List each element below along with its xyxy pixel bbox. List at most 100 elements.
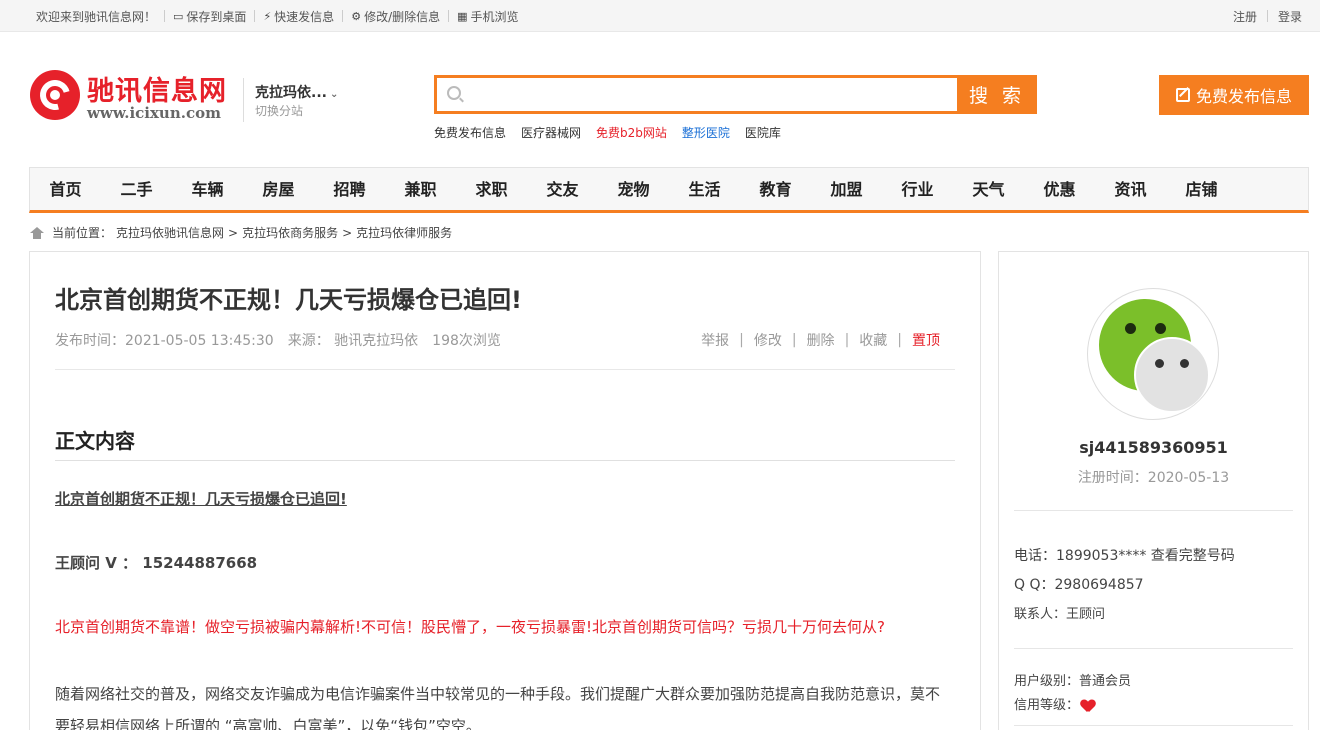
site-logo[interactable]: 驰讯信息网 www.icixun.com — [30, 70, 235, 126]
report-link[interactable]: 举报 — [701, 330, 729, 350]
hot-link[interactable]: 免费b2b网站 — [596, 124, 667, 141]
nav-item[interactable]: 生活 — [669, 168, 740, 210]
hot-link[interactable]: 医院库 — [745, 124, 781, 141]
nav-item[interactable]: 宠物 — [598, 168, 669, 210]
nav-item[interactable]: 加盟 — [811, 168, 882, 210]
divider — [342, 10, 344, 22]
username: sj441589360951 — [1079, 438, 1228, 457]
heart-icon — [1081, 700, 1095, 712]
breadcrumb-sep: > — [342, 225, 353, 240]
credit-level-row: 信用等级： — [1014, 694, 1095, 713]
nav-item[interactable]: 店铺 — [1166, 168, 1237, 210]
divider — [55, 460, 955, 461]
article-title: 北京首创期货不正规！几天亏损爆仓已追回! — [55, 286, 522, 314]
contact-person: 联系人：王顾问 — [1014, 607, 1106, 622]
publish-button[interactable]: 免费发布信息 — [1159, 75, 1309, 115]
contact-line: 王顾问 V ： 15244887668 — [55, 554, 258, 572]
search-bar: 搜 索 — [434, 75, 1037, 114]
breadcrumb-sep: > — [228, 225, 239, 240]
save-desktop-link[interactable]: ▭ 保存到桌面 — [173, 8, 246, 25]
mobile-label: 手机浏览 — [470, 9, 519, 24]
publish-label: 免费发布信息 — [1195, 87, 1292, 106]
section-heading: 正文内容 — [55, 429, 135, 453]
article-link-title[interactable]: 北京首创期货不正规！几天亏损爆仓已追回! — [55, 488, 347, 509]
publish-time: 发布时间：2021-05-05 13:45:30 — [55, 333, 274, 349]
nav-item[interactable]: 车辆 — [172, 168, 243, 210]
nav-item[interactable]: 二手 — [101, 168, 172, 210]
breadcrumb-link[interactable]: 克拉玛依驰讯信息网 — [116, 224, 224, 241]
city-selector[interactable]: 克拉玛依... ⌄ — [255, 82, 338, 102]
article-source: 来源： 驰讯克拉玛依 — [287, 333, 419, 349]
nav-item[interactable]: 交友 — [527, 168, 598, 210]
register-link[interactable]: 注册 — [1233, 8, 1257, 25]
hot-link[interactable]: 医疗器械网 — [521, 124, 581, 141]
wechat-icon — [1087, 288, 1219, 420]
search-icon — [447, 86, 461, 100]
breadcrumb-link[interactable]: 克拉玛依商务服务 — [242, 224, 338, 241]
mobile-link[interactable]: ▦ 手机浏览 — [457, 8, 518, 25]
nav-item[interactable]: 招聘 — [314, 168, 385, 210]
view-count: 198次浏览 — [432, 333, 501, 349]
divider — [164, 10, 166, 22]
nav-item[interactable]: 求职 — [456, 168, 527, 210]
logo-name: 驰讯信息网 — [87, 76, 227, 107]
highlight-text: 北京首创期货不靠谱！做空亏损被骗内幕解析!不可信！股民懵了，一夜亏损暴雷!北京首… — [55, 618, 885, 636]
search-input[interactable] — [473, 78, 953, 111]
quick-post-link[interactable]: ⚡ 快速发信息 — [263, 8, 334, 25]
nav-item[interactable]: 兼职 — [385, 168, 456, 210]
credit-level-label: 信用等级： — [1014, 698, 1080, 713]
home-icon — [30, 226, 44, 239]
favorite-link[interactable]: 收藏 — [859, 330, 887, 350]
edit-link[interactable]: 修改 — [754, 330, 782, 350]
top-bar: 欢迎来到驰讯信息网！ ▭ 保存到桌面 ⚡ 快速发信息 ⚙ 修改/删除信息 ▦ 手机浏览 … — [0, 0, 1320, 32]
nav-item[interactable]: 行业 — [882, 168, 953, 210]
nav-item[interactable]: 房屋 — [243, 168, 314, 210]
search-button[interactable]: 搜 索 — [957, 75, 1037, 114]
divider: | — [791, 332, 797, 348]
nav-item[interactable]: 天气 — [953, 168, 1024, 210]
user-level: 用户级别：普通会员 — [1014, 674, 1132, 689]
switch-site-link[interactable]: 切换分站 — [255, 102, 303, 119]
lightning-icon: ⚡ — [263, 9, 272, 23]
divider — [55, 369, 955, 370]
top-bar-right: 注册 登录 — [1233, 0, 1302, 32]
edit-delete-link[interactable]: ⚙ 修改/删除信息 — [351, 8, 440, 25]
quick-post-label: 快速发信息 — [274, 9, 335, 24]
divider: | — [844, 332, 850, 348]
save-desktop-label: 保存到桌面 — [186, 9, 247, 24]
monitor-icon: ▭ — [173, 9, 184, 23]
user-sidebar: sj441589360951 注册时间：2020-05-13 电话：189905… — [998, 251, 1309, 730]
nav-item[interactable]: 首页 — [30, 168, 101, 210]
qq-info: Q Q：2980694857 — [1014, 577, 1144, 593]
divider — [243, 78, 244, 122]
nav-item[interactable]: 教育 — [740, 168, 811, 210]
main-nav: 首页 二手 车辆 房屋 招聘 兼职 求职 交友 宠物 生活 教育 加盟 行业 天… — [29, 167, 1309, 213]
nav-item[interactable]: 资讯 — [1095, 168, 1166, 210]
chevron-down-icon: ⌄ — [329, 89, 339, 100]
hot-link[interactable]: 整形医院 — [682, 124, 730, 141]
edit-icon — [1175, 88, 1190, 102]
phone-info[interactable]: 电话：1899053**** 查看完整号码 — [1014, 545, 1235, 565]
edit-delete-label: 修改/删除信息 — [364, 9, 441, 24]
breadcrumb-prefix: 当前位置： — [52, 226, 113, 240]
divider — [1014, 648, 1293, 649]
qrcode-icon: ▦ — [457, 9, 468, 23]
article-actions: 举报 | 修改 | 删除 | 收藏 | 置顶 — [701, 330, 940, 350]
hot-link[interactable]: 免费发布信息 — [434, 124, 506, 141]
breadcrumb-link[interactable]: 克拉玛依律师服务 — [356, 224, 452, 241]
delete-link[interactable]: 删除 — [807, 330, 835, 350]
article-meta: 发布时间：2021-05-05 13:45:30 来源： 驰讯克拉玛依 198次… — [55, 330, 501, 350]
divider — [1266, 10, 1268, 22]
divider — [448, 10, 450, 22]
top-bar-left: 欢迎来到驰讯信息网！ ▭ 保存到桌面 ⚡ 快速发信息 ⚙ 修改/删除信息 ▦ 手机浏览 — [36, 0, 519, 32]
breadcrumb: 当前位置： 克拉玛依驰讯信息网 > 克拉玛依商务服务 > 克拉玛依律师服务 — [30, 224, 452, 241]
city-name: 克拉玛依... — [255, 85, 327, 101]
article-panel: 北京首创期货不正规！几天亏损爆仓已追回! 发布时间：2021-05-05 13:… — [29, 251, 981, 730]
hot-links: 免费发布信息 医疗器械网 免费b2b网站 整形医院 医院库 — [434, 124, 781, 141]
nav-item[interactable]: 优惠 — [1024, 168, 1095, 210]
divider — [1014, 510, 1293, 511]
logo-url: www.icixun.com — [87, 104, 221, 122]
divider — [1014, 725, 1293, 726]
login-link[interactable]: 登录 — [1278, 8, 1302, 25]
pin-top-link[interactable]: 置顶 — [912, 330, 940, 350]
